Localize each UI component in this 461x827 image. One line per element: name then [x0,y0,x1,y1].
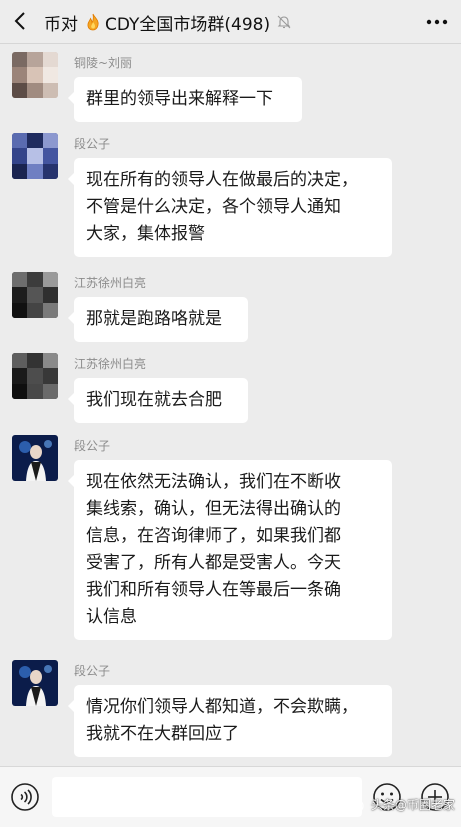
watermark: 头条@币圈老家 [350,796,455,813]
chat-header: 币对 CDY全国市场群(498) [0,0,461,44]
message-bubble[interactable]: 那就是跑路咯就是 [68,297,248,342]
avatar[interactable] [12,52,58,98]
chevron-left-icon[interactable] [10,10,32,32]
sender-name: 段公子 [74,439,111,453]
chat-title-prefix: 币对 [44,14,78,35]
sender-name: 江苏徐州白亮 [74,276,147,290]
avatar[interactable] [12,133,58,179]
message-bubble[interactable]: 情况你们领导人都知道，不会欺瞒， 我就不在大群回应了 [68,685,392,757]
watermark-logo-icon [350,798,364,813]
avatar[interactable] [12,435,58,481]
message-bubble[interactable]: 现在依然无法确认，我们在不断收 集线索，确认，但无法得出确认的 信息，在咨询律师… [68,460,392,640]
message-bubble[interactable]: 群里的领导出来解释一下 [68,77,302,122]
sender-name: 段公子 [74,664,111,678]
avatar[interactable] [12,660,58,706]
voice-icon[interactable] [10,782,40,812]
muted-bell-icon [277,15,291,29]
more-dots-icon[interactable] [423,10,451,34]
message-bubble[interactable]: 我们现在就去合肥 [68,378,248,423]
avatar[interactable] [12,272,58,318]
message-input[interactable] [52,777,362,817]
sender-name: 段公子 [74,137,111,151]
watermark-text: 头条@币圈老家 [370,798,455,812]
fire-emoji-icon [87,13,99,31]
sender-name: 铜陵~刘丽 [74,56,133,70]
message-bubble[interactable]: 现在所有的领导人在做最后的决定， 不管是什么决定，各个领导人通知 大家，集体报警 [68,158,392,257]
sender-name: 江苏徐州白亮 [74,357,147,371]
chat-title: 币对 CDY全国市场群(498) [44,0,292,44]
avatar[interactable] [12,353,58,399]
chat-title-main: CDY全国市场群(498) [105,14,271,35]
